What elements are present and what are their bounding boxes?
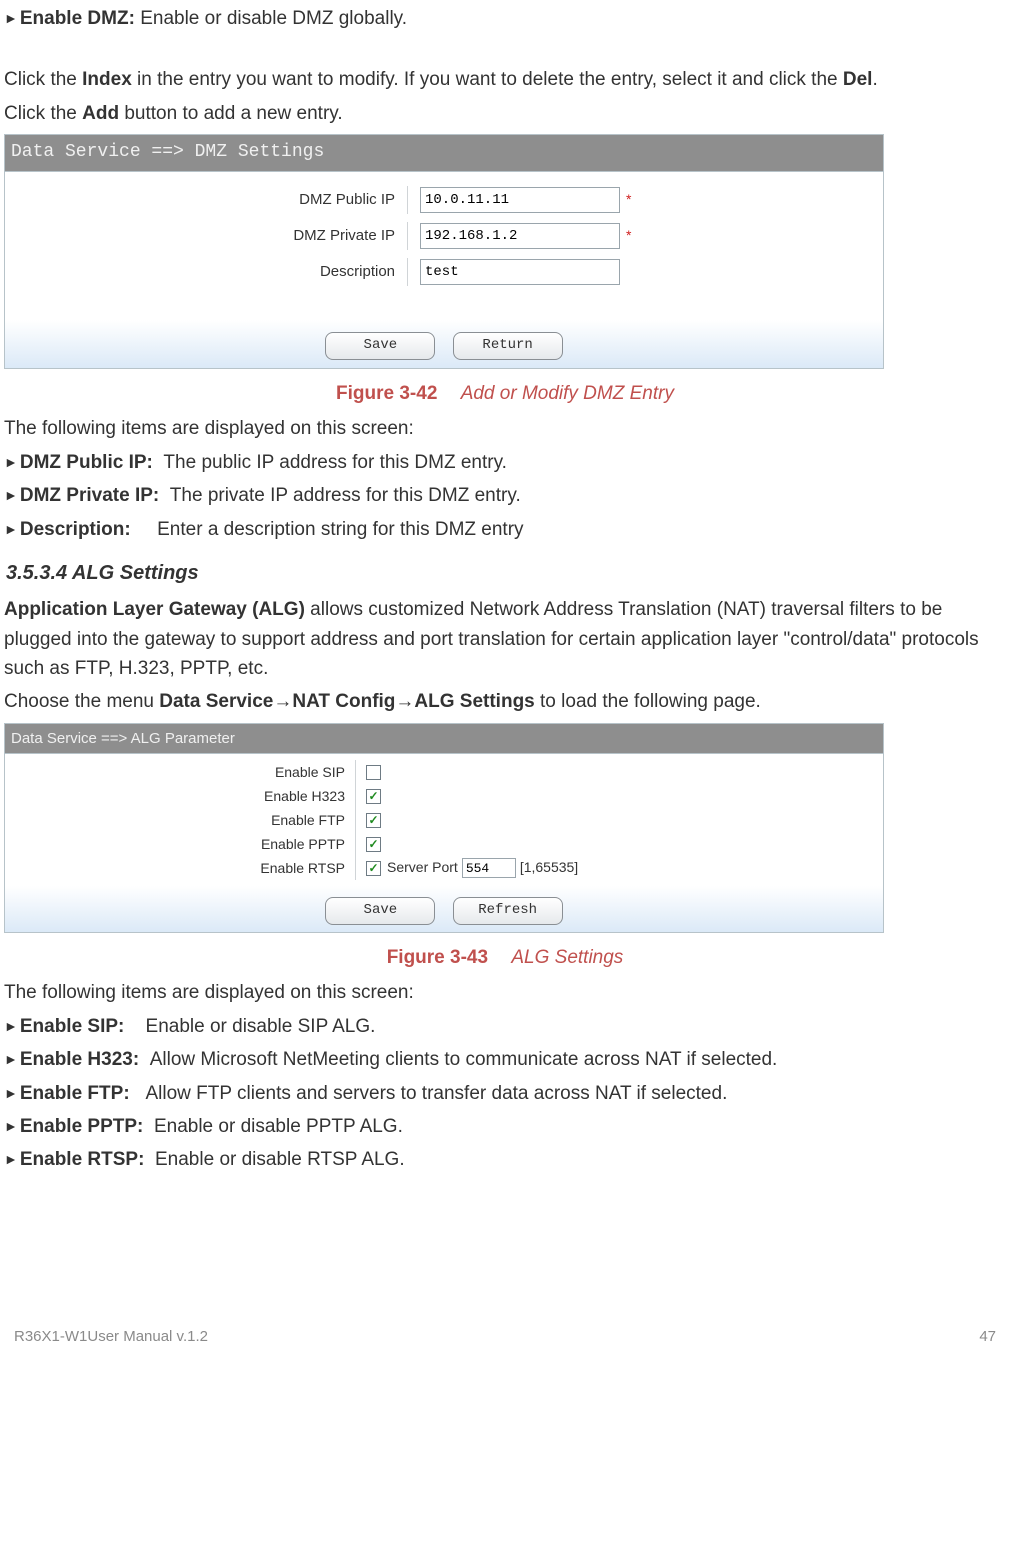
required-marker: * <box>626 189 631 211</box>
triangle-right-icon: ► <box>4 1018 18 1034</box>
form-row-enable-h323: Enable H323 ✓ <box>5 784 883 808</box>
triangle-right-icon: ► <box>4 487 18 503</box>
list-item: ►Enable RTSP: Enable or disable RTSP ALG… <box>4 1145 1006 1174</box>
return-button[interactable]: Return <box>453 332 563 360</box>
page-number: 47 <box>979 1325 996 1348</box>
figure-label: Figure 3-43 <box>387 947 488 968</box>
label-dmz-public-ip: DMZ Public IP <box>5 186 408 214</box>
label-enable-dmz: Enable DMZ: <box>20 8 135 29</box>
label-dmz-private-ip: DMZ Private IP <box>5 222 408 250</box>
form-row-enable-sip: Enable SIP <box>5 760 883 784</box>
panel-footer: Save Return <box>5 320 883 368</box>
checkbox-enable-sip[interactable] <box>366 765 381 780</box>
label-enable-ftp: Enable FTP <box>5 808 356 832</box>
list-item: ►Enable SIP: Enable or disable SIP ALG. <box>4 1012 1006 1041</box>
figure-caption-3-43: Figure 3-43 ALG Settings <box>4 943 1006 972</box>
panel-footer: Save Refresh <box>5 886 883 932</box>
required-marker: * <box>626 225 631 247</box>
paragraph: Choose the menu Data Service→NAT Config→… <box>4 687 1006 716</box>
paragraph: The following items are displayed on thi… <box>4 414 1006 443</box>
triangle-right-icon: ► <box>4 1085 18 1101</box>
figure-title: ALG Settings <box>511 947 623 968</box>
checkbox-enable-pptp[interactable]: ✓ <box>366 837 381 852</box>
list-item: ►DMZ Public IP: The public IP address fo… <box>4 448 1006 477</box>
input-description[interactable] <box>420 259 620 285</box>
triangle-right-icon: ► <box>4 1151 18 1167</box>
list-item: ►DMZ Private IP: The private IP address … <box>4 481 1006 510</box>
save-button[interactable]: Save <box>325 332 435 360</box>
form-row-description: Description <box>5 258 883 286</box>
dmz-settings-panel: Data Service ==> DMZ Settings DMZ Public… <box>4 134 884 369</box>
list-item: ►Description: Enter a description string… <box>4 515 1006 544</box>
paragraph: Click the Add button to add a new entry. <box>4 99 1006 128</box>
triangle-right-icon: ► <box>4 454 18 470</box>
figure-title: Add or Modify DMZ Entry <box>461 383 674 404</box>
panel-body: Enable SIP Enable H323 ✓ Enable FTP ✓ En… <box>5 754 883 932</box>
label-enable-h323: Enable H323 <box>5 784 356 808</box>
alg-parameter-panel: Data Service ==> ALG Parameter Enable SI… <box>4 723 884 933</box>
input-server-port[interactable] <box>462 858 516 878</box>
panel-body: DMZ Public IP * DMZ Private IP * Descrip… <box>5 172 883 368</box>
triangle-right-icon: ► <box>4 10 18 26</box>
list-item: ►Enable H323: Allow Microsoft NetMeeting… <box>4 1045 1006 1074</box>
checkbox-enable-ftp[interactable]: ✓ <box>366 813 381 828</box>
refresh-button[interactable]: Refresh <box>453 897 563 925</box>
form-row-dmz-public-ip: DMZ Public IP * <box>5 186 883 214</box>
input-dmz-private-ip[interactable] <box>420 223 620 249</box>
triangle-right-icon: ► <box>4 1051 18 1067</box>
figure-caption-3-42: Figure 3-42 Add or Modify DMZ Entry <box>4 379 1006 408</box>
form-row-enable-pptp: Enable PPTP ✓ <box>5 832 883 856</box>
input-dmz-public-ip[interactable] <box>420 187 620 213</box>
label-description: Description <box>5 258 408 286</box>
label-enable-pptp: Enable PPTP <box>5 832 356 856</box>
save-button[interactable]: Save <box>325 897 435 925</box>
manual-title: R36X1-W1User Manual v.1.2 <box>14 1325 208 1348</box>
paragraph: ►Enable DMZ: Enable or disable DMZ globa… <box>4 4 1006 33</box>
checkbox-enable-rtsp[interactable]: ✓ <box>366 861 381 876</box>
triangle-right-icon: ► <box>4 521 18 537</box>
triangle-right-icon: ► <box>4 1118 18 1134</box>
figure-label: Figure 3-42 <box>336 383 437 404</box>
label-enable-sip: Enable SIP <box>5 760 356 784</box>
label-server-port: Server Port <box>387 857 458 879</box>
page-footer: R36X1-W1User Manual v.1.2 47 <box>4 1325 1006 1348</box>
paragraph: Click the Index in the entry you want to… <box>4 65 1006 94</box>
desc-enable-dmz: Enable or disable DMZ globally. <box>140 8 407 29</box>
checkbox-enable-h323[interactable]: ✓ <box>366 789 381 804</box>
list-item: ►Enable FTP: Allow FTP clients and serve… <box>4 1079 1006 1108</box>
form-row-enable-rtsp: Enable RTSP ✓ Server Port [1,65535] <box>5 856 883 880</box>
list-item: ►Enable PPTP: Enable or disable PPTP ALG… <box>4 1112 1006 1141</box>
panel-title: Data Service ==> DMZ Settings <box>5 135 883 172</box>
paragraph: The following items are displayed on thi… <box>4 978 1006 1007</box>
form-row-enable-ftp: Enable FTP ✓ <box>5 808 883 832</box>
label-server-port-range: [1,65535] <box>520 857 578 879</box>
section-heading-alg-settings: 3.5.3.4 ALG Settings <box>6 558 1006 589</box>
form-row-dmz-private-ip: DMZ Private IP * <box>5 222 883 250</box>
label-enable-rtsp: Enable RTSP <box>5 856 356 880</box>
panel-title: Data Service ==> ALG Parameter <box>5 724 883 754</box>
paragraph: Application Layer Gateway (ALG) allows c… <box>4 595 1006 683</box>
